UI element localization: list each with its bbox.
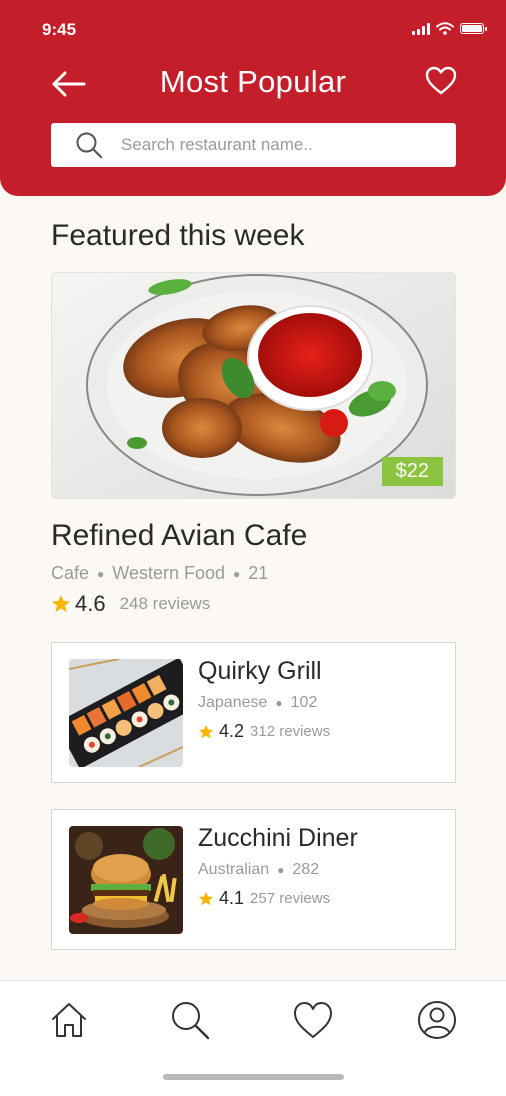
battery-icon [460, 23, 487, 34]
featured-category: Cafe [51, 563, 90, 583]
star-icon [52, 595, 70, 612]
restaurant-name: Zucchini Diner [198, 824, 358, 852]
heart-icon[interactable] [292, 999, 334, 1041]
sushi-platter-photo [69, 659, 183, 767]
restaurant-rating-value: 4.2 [219, 721, 245, 741]
home-indicator[interactable] [163, 1074, 344, 1080]
bottom-nav [0, 980, 506, 1096]
home-icon[interactable] [48, 999, 90, 1041]
restaurant-cuisine: Australian [198, 861, 270, 878]
featured-review-count: 248 reviews [119, 594, 211, 613]
restaurant-card[interactable]: Zucchini Diner Australian ● 282 4.1 257 … [51, 809, 456, 950]
restaurant-thumbnail [69, 659, 183, 767]
featured-restaurant-name[interactable]: Refined Avian Cafe [51, 519, 307, 553]
restaurant-thumbnail [69, 826, 183, 934]
app-header: 9:45 Most Popular [0, 0, 506, 196]
search-input[interactable] [119, 134, 443, 156]
restaurant-cuisine: Japanese [198, 694, 268, 711]
featured-rating-value: 4.6 [75, 591, 106, 616]
restaurant-rating-value: 4.1 [219, 888, 245, 908]
restaurant-card[interactable]: Quirky Grill Japanese ● 102 4.2 312 revi… [51, 642, 456, 783]
star-icon [198, 891, 214, 905]
favorite-button[interactable] [424, 64, 458, 98]
section-title: Featured this week [51, 219, 305, 252]
status-time: 9:45 [42, 20, 77, 39]
restaurant-review-count: 312 reviews [250, 723, 331, 740]
featured-cuisine: Western Food [112, 563, 226, 583]
featured-image[interactable]: $22 [51, 272, 456, 499]
featured-rating: 4.6 248 reviews [51, 591, 210, 617]
separator-dot: ● [277, 863, 285, 877]
search-icon [76, 132, 103, 159]
featured-meta: Cafe ● Western Food ● 21 [51, 563, 268, 584]
restaurant-count: 102 [290, 694, 318, 711]
featured-count: 21 [248, 563, 269, 583]
separator-dot: ● [97, 566, 105, 581]
restaurant-meta: Australian ● 282 [198, 861, 319, 879]
restaurant-meta: Japanese ● 102 [198, 694, 317, 712]
profile-icon[interactable] [416, 999, 458, 1041]
separator-dot: ● [275, 696, 283, 710]
star-icon [198, 724, 214, 738]
status-icons [412, 22, 487, 35]
wifi-icon [436, 22, 454, 35]
search-bar[interactable] [51, 123, 456, 167]
search-icon[interactable] [169, 999, 211, 1041]
burger-fries-photo [69, 826, 183, 934]
restaurant-count: 282 [292, 861, 320, 878]
separator-dot: ● [233, 566, 241, 581]
restaurant-rating: 4.2 312 reviews [198, 721, 330, 742]
price-badge: $22 [381, 457, 443, 486]
restaurant-rating: 4.1 257 reviews [198, 888, 330, 909]
signal-icon [412, 22, 430, 35]
restaurant-review-count: 257 reviews [250, 890, 331, 907]
restaurant-name: Quirky Grill [198, 657, 322, 685]
